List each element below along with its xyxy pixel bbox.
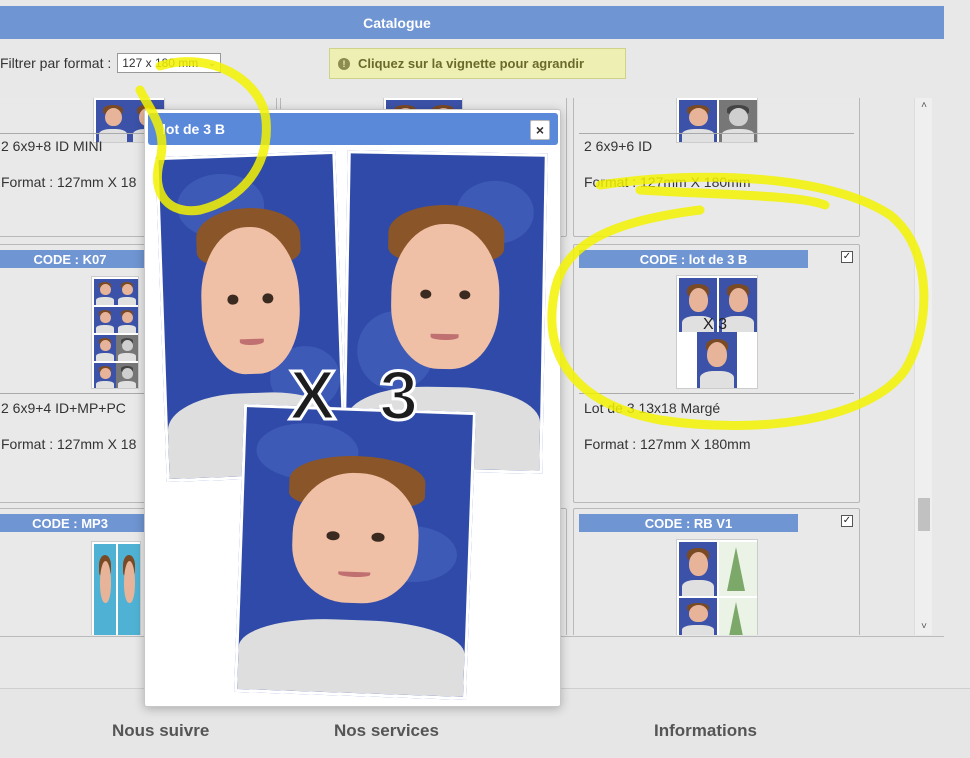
product-format: Format : 127mm X 180mm	[584, 436, 751, 452]
footer-services[interactable]: Nos services	[334, 721, 439, 741]
photo-thumb	[116, 279, 138, 305]
photo-thumb	[679, 598, 717, 635]
product-thumbnail[interactable]: X 3	[676, 275, 758, 389]
photo-thumb	[116, 363, 138, 388]
product-code: CODE : RB V1	[579, 514, 798, 532]
select-checkbox[interactable]: ✓	[841, 251, 853, 263]
product-thumbnail[interactable]	[91, 541, 141, 635]
close-icon[interactable]: ×	[530, 120, 550, 140]
product-format: Format : 127mm X 180mm	[584, 174, 751, 190]
catalogue-title: Catalogue	[363, 14, 431, 31]
product-code: CODE : lot de 3 B	[579, 250, 808, 268]
photo-thumb	[94, 335, 116, 361]
select-checkbox[interactable]: ✓	[841, 515, 853, 527]
catalogue-header: Catalogue	[0, 6, 944, 39]
product-thumbnail[interactable]	[91, 276, 139, 389]
product-name: 2 6x9+8 ID MINI	[1, 138, 103, 154]
photo-thumb	[116, 307, 138, 333]
chevron-down-icon: ⌄	[208, 57, 216, 68]
dialog-titlebar: lot de 3 B ×	[148, 113, 558, 145]
filter-label: Filtrer par format :	[0, 55, 112, 71]
catalogue-scrollbar[interactable]: ˄ ˅	[914, 98, 932, 635]
christmas-tree-thumb	[719, 542, 757, 596]
footer-follow-us[interactable]: Nous suivre	[112, 721, 209, 741]
photo-thumb	[719, 100, 757, 142]
product-code: CODE : K07	[0, 250, 144, 268]
photo-thumb	[96, 100, 130, 142]
scroll-thumb[interactable]	[918, 498, 930, 531]
product-thumbnail[interactable]	[676, 98, 758, 143]
photo-thumb	[94, 544, 116, 635]
christmas-tree-thumb	[719, 598, 757, 635]
divider	[579, 133, 854, 134]
info-icon: !	[338, 57, 350, 70]
photo-thumb	[94, 307, 116, 333]
scroll-up-icon[interactable]: ˄	[915, 98, 933, 114]
product-thumbnail[interactable]	[676, 539, 758, 635]
photo-thumb	[679, 100, 717, 142]
product-format: Format : 127mm X 18	[1, 436, 137, 452]
dialog-title: lot de 3 B	[162, 121, 226, 137]
format-select[interactable]: 127 x 180 mm ⌄	[117, 53, 221, 73]
product-name: Lot de 3 13x18 Margé	[584, 400, 721, 416]
product-card[interactable]: CODE : RB V1 ✓	[573, 508, 860, 635]
photo-thumb	[118, 544, 140, 635]
product-name: 2 6x9+6 ID	[584, 138, 653, 154]
info-text: Cliquez sur la vignette pour agrandir	[358, 56, 585, 71]
product-format: Format : 127mm X 18	[1, 174, 137, 190]
product-card[interactable]: 2 6x9+6 ID Format : 127mm X 180mm	[573, 98, 860, 237]
preview-photo	[234, 404, 476, 700]
format-filter: Filtrer par format : 127 x 180 mm ⌄	[0, 53, 221, 73]
photo-thumb	[697, 332, 737, 388]
photo-thumb	[94, 279, 116, 305]
format-select-value: 127 x 180 mm	[122, 56, 199, 70]
info-banner: ! Cliquez sur la vignette pour agrandir	[329, 48, 626, 79]
photo-thumb	[94, 363, 116, 388]
divider	[579, 393, 854, 394]
footer-information[interactable]: Informations	[654, 721, 757, 741]
photo-thumb	[116, 335, 138, 361]
photo-thumb	[679, 542, 717, 596]
product-card[interactable]: CODE : lot de 3 B ✓ X 3 Lot de 3 13x18 M…	[573, 244, 860, 503]
preview-overlay-text: X 3	[287, 355, 431, 436]
scroll-down-icon[interactable]: ˅	[915, 619, 933, 635]
thumb-overlay-text: X 3	[703, 316, 728, 333]
product-name: 2 6x9+4 ID+MP+PC	[1, 400, 126, 416]
product-code: CODE : MP3	[0, 514, 144, 532]
